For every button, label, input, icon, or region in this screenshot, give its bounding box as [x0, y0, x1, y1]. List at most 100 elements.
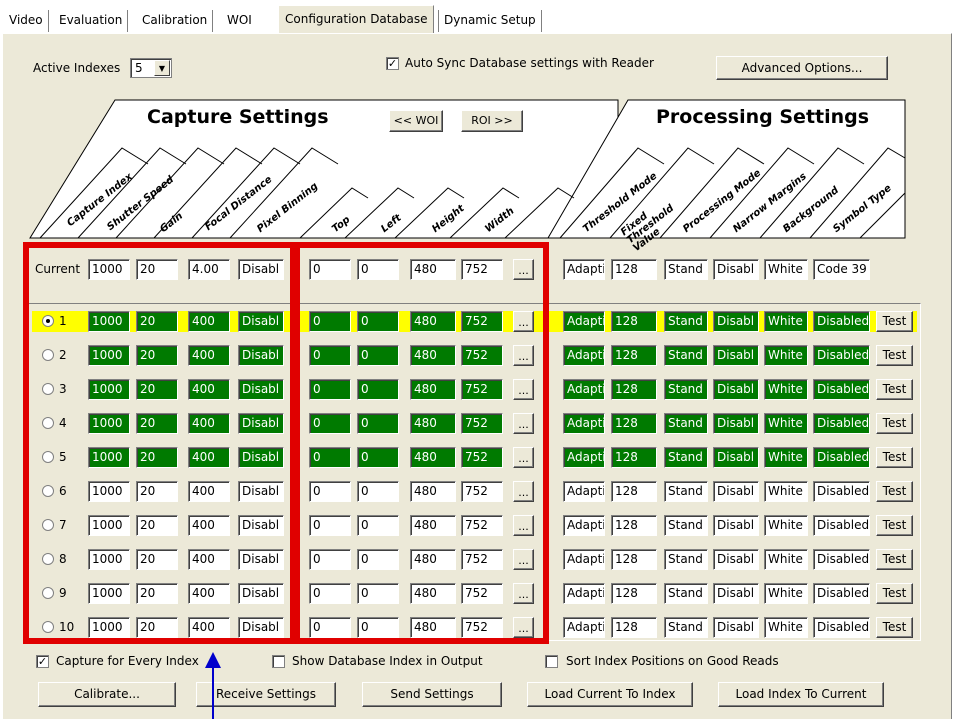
narrow-margins-cell[interactable]: Disabl [713, 413, 759, 434]
processing-mode-cell[interactable]: Stand [664, 481, 708, 502]
background-cell[interactable]: White [764, 549, 808, 570]
capture-every-index-checkbox[interactable]: ✓ [36, 655, 49, 668]
narrow-margins-cell[interactable]: Disabl [713, 583, 759, 604]
fixed-threshold-cell[interactable]: 128 [611, 515, 657, 536]
current-processing-mode[interactable]: Stand [664, 259, 708, 280]
fixed-threshold-cell[interactable]: 128 [611, 413, 657, 434]
processing-mode-cell[interactable]: Stand [664, 515, 708, 536]
threshold-mode-cell[interactable]: Adapti [563, 515, 605, 536]
active-indexes-select[interactable]: 5 ▼ [130, 58, 172, 78]
background-cell[interactable]: White [764, 379, 808, 400]
processing-mode-cell[interactable]: Stand [664, 617, 708, 638]
test-button[interactable]: Test [876, 345, 913, 366]
load-index-to-current-button[interactable]: Load Index To Current [718, 682, 884, 707]
background-cell[interactable]: White [764, 617, 808, 638]
background-cell[interactable]: White [764, 413, 808, 434]
narrow-margins-cell[interactable]: Disabl [713, 345, 759, 366]
current-threshold-mode[interactable]: Adapti [563, 259, 605, 280]
fixed-threshold-cell[interactable]: 128 [611, 549, 657, 570]
symbol-type-cell[interactable]: Disabled [813, 583, 870, 604]
test-button[interactable]: Test [876, 413, 913, 434]
tab-configuration-database[interactable]: Configuration Database [278, 5, 435, 33]
capture-settings-highlight [23, 242, 296, 644]
symbol-type-cell[interactable]: Disabled [813, 549, 870, 570]
narrow-margins-cell[interactable]: Disabl [713, 617, 759, 638]
fixed-threshold-cell[interactable]: 128 [611, 617, 657, 638]
test-button[interactable]: Test [876, 583, 913, 604]
background-cell[interactable]: White [764, 447, 808, 468]
background-cell[interactable]: White [764, 583, 808, 604]
current-background[interactable]: White [764, 259, 808, 280]
narrow-margins-cell[interactable]: Disabl [713, 379, 759, 400]
symbol-type-cell[interactable]: Disabled [813, 481, 870, 502]
test-button[interactable]: Test [876, 617, 913, 638]
symbol-type-cell[interactable]: Disabled [813, 379, 870, 400]
fixed-threshold-cell[interactable]: 128 [611, 345, 657, 366]
show-index-label: Show Database Index in Output [292, 654, 483, 668]
calibrate-button[interactable]: Calibrate... [38, 682, 176, 707]
send-settings-button[interactable]: Send Settings [362, 682, 502, 707]
symbol-type-cell[interactable]: Disabled [813, 515, 870, 536]
fixed-threshold-cell[interactable]: 128 [611, 311, 657, 332]
narrow-margins-cell[interactable]: Disabl [713, 549, 759, 570]
narrow-margins-cell[interactable]: Disabl [713, 311, 759, 332]
background-cell[interactable]: White [764, 515, 808, 536]
processing-mode-cell[interactable]: Stand [664, 379, 708, 400]
current-narrow-margins[interactable]: Disabl [713, 259, 759, 280]
tab-video[interactable]: Video [4, 10, 49, 32]
threshold-mode-cell[interactable]: Adapti [563, 379, 605, 400]
woi-button[interactable]: << WOI [389, 110, 443, 132]
roi-button[interactable]: ROI >> [461, 110, 523, 132]
threshold-mode-cell[interactable]: Adapti [563, 481, 605, 502]
symbol-type-cell[interactable]: Disabled [813, 617, 870, 638]
tab-calibration[interactable]: Calibration [137, 10, 214, 32]
active-indexes-value: 5 [135, 61, 143, 75]
current-fixed-threshold[interactable]: 128 [611, 259, 657, 280]
tab-dynamic-setup[interactable]: Dynamic Setup [438, 10, 542, 32]
fixed-threshold-cell[interactable]: 128 [611, 481, 657, 502]
tab-evaluation[interactable]: Evaluation [54, 10, 129, 32]
symbol-type-cell[interactable]: Disabled [813, 345, 870, 366]
processing-mode-cell[interactable]: Stand [664, 311, 708, 332]
background-cell[interactable]: White [764, 311, 808, 332]
processing-mode-cell[interactable]: Stand [664, 345, 708, 366]
test-button[interactable]: Test [876, 549, 913, 570]
fixed-threshold-cell[interactable]: 128 [611, 447, 657, 468]
narrow-margins-cell[interactable]: Disabl [713, 481, 759, 502]
test-button[interactable]: Test [876, 447, 913, 468]
show-index-checkbox[interactable] [272, 655, 285, 668]
threshold-mode-cell[interactable]: Adapti [563, 447, 605, 468]
symbol-type-cell[interactable]: Disabled [813, 447, 870, 468]
processing-mode-cell[interactable]: Stand [664, 583, 708, 604]
threshold-mode-cell[interactable]: Adapti [563, 583, 605, 604]
background-cell[interactable]: White [764, 481, 808, 502]
threshold-mode-cell[interactable]: Adapti [563, 617, 605, 638]
fixed-threshold-cell[interactable]: 128 [611, 379, 657, 400]
narrow-margins-cell[interactable]: Disabl [713, 447, 759, 468]
sort-positions-checkbox[interactable] [545, 655, 558, 668]
narrow-margins-cell[interactable]: Disabl [713, 515, 759, 536]
tab-woi[interactable]: WOI [222, 10, 257, 32]
current-symbol-type[interactable]: Code 39 [813, 259, 870, 280]
threshold-mode-cell[interactable]: Adapti [563, 311, 605, 332]
active-indexes-label: Active Indexes [33, 61, 121, 75]
load-current-to-index-button[interactable]: Load Current To Index [527, 682, 693, 707]
processing-mode-cell[interactable]: Stand [664, 413, 708, 434]
auto-sync-checkbox[interactable]: ✓ [386, 57, 399, 70]
threshold-mode-cell[interactable]: Adapti [563, 413, 605, 434]
test-button[interactable]: Test [876, 515, 913, 536]
background-cell[interactable]: White [764, 345, 808, 366]
symbol-type-cell[interactable]: Disabled [813, 413, 870, 434]
symbol-type-cell[interactable]: Disabled [813, 311, 870, 332]
advanced-options-button[interactable]: Advanced Options... [716, 56, 888, 80]
processing-mode-cell[interactable]: Stand [664, 549, 708, 570]
chevron-down-icon[interactable]: ▼ [154, 60, 170, 76]
test-button[interactable]: Test [876, 379, 913, 400]
test-button[interactable]: Test [876, 481, 913, 502]
fixed-threshold-cell[interactable]: 128 [611, 583, 657, 604]
processing-settings-title: Processing Settings [656, 106, 870, 128]
processing-mode-cell[interactable]: Stand [664, 447, 708, 468]
threshold-mode-cell[interactable]: Adapti [563, 549, 605, 570]
threshold-mode-cell[interactable]: Adapti [563, 345, 605, 366]
test-button[interactable]: Test [876, 311, 913, 332]
